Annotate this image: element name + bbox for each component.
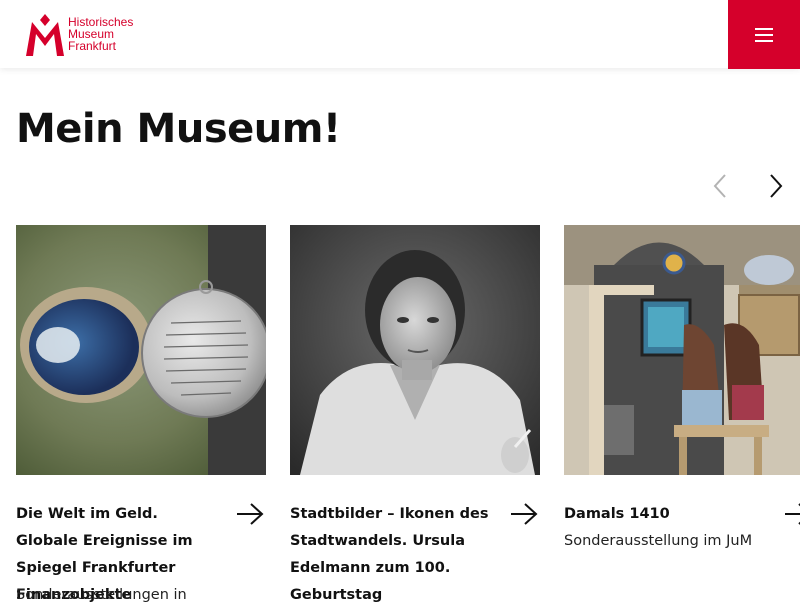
- arrow-right-icon[interactable]: [236, 503, 264, 525]
- medal-and-volcano-crater-photo: [16, 225, 266, 475]
- children-at-interactive-exhibit-photo: [564, 225, 800, 475]
- card-subtitle: Sonderausstellung im JuM: [564, 533, 753, 549]
- logo-line-3: Frankfurt: [68, 39, 117, 53]
- page-title: Mein Museum!: [16, 106, 341, 152]
- site-header: Historisches Museum Frankfurt: [0, 0, 800, 69]
- museum-logo[interactable]: Historisches Museum Frankfurt: [24, 12, 133, 56]
- card-subtitle: Sonderausstellungen in: [16, 587, 187, 603]
- arrow-right-icon[interactable]: [510, 503, 538, 525]
- menu-button[interactable]: [728, 0, 800, 69]
- card-image: [290, 225, 540, 475]
- card-image: [16, 225, 266, 475]
- carousel-prev-button[interactable]: [707, 172, 735, 200]
- arrow-right-icon[interactable]: [784, 503, 800, 525]
- black-and-white-portrait-photo: [290, 225, 540, 475]
- chevron-left-icon: [713, 174, 726, 198]
- logo-mark-icon: [26, 14, 64, 56]
- card-title[interactable]: Stadtbilder – Ikonen des Stadtwandels. U…: [290, 501, 490, 609]
- card-image: [564, 225, 800, 475]
- chevron-right-icon: [770, 174, 783, 198]
- carousel-next-button[interactable]: [762, 172, 790, 200]
- card-title[interactable]: Damals 1410: [564, 501, 764, 528]
